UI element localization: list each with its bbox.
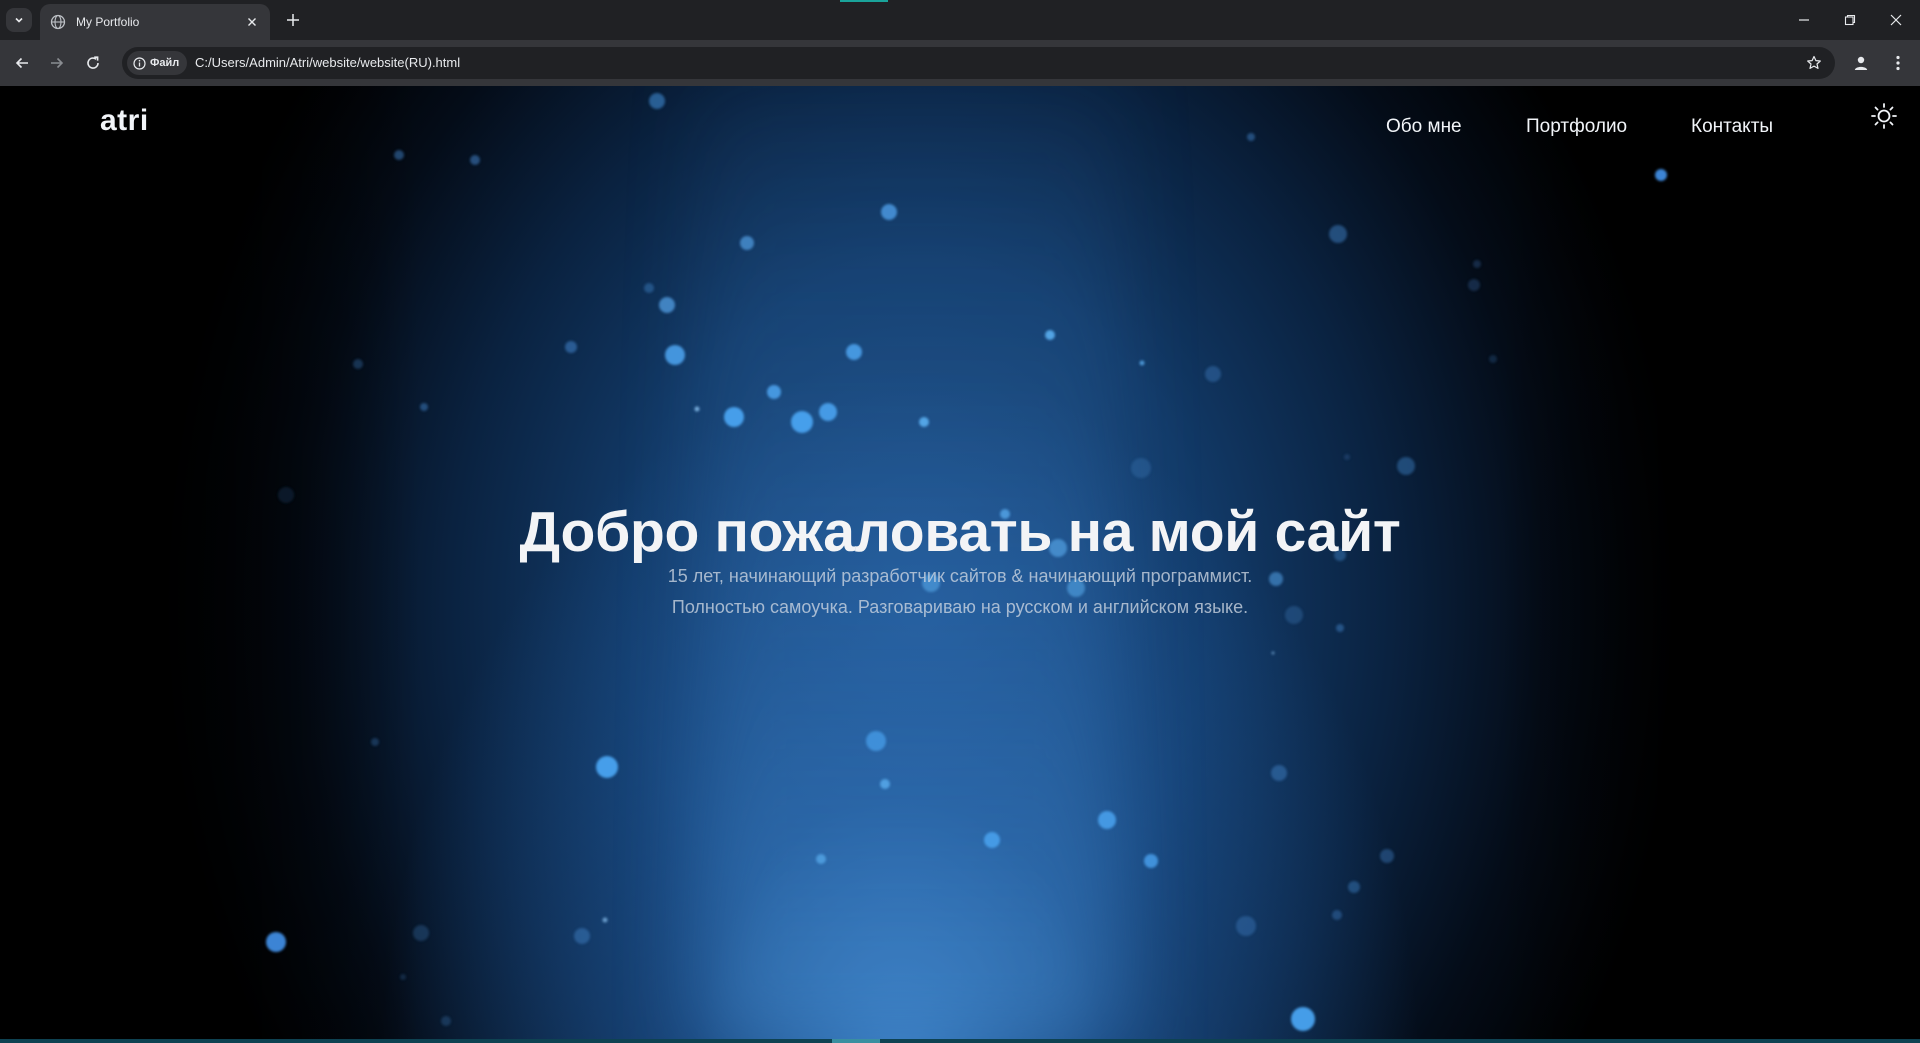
star-icon bbox=[1807, 55, 1821, 69]
forward-button[interactable] bbox=[45, 51, 69, 75]
browser-tab[interactable]: My Portfolio bbox=[40, 4, 270, 40]
browser-tab-strip: My Portfolio bbox=[0, 0, 1920, 40]
new-tab-button[interactable] bbox=[282, 9, 304, 31]
restore-icon bbox=[1844, 14, 1856, 26]
window-close-button[interactable] bbox=[1873, 0, 1919, 40]
arrow-right-icon bbox=[51, 57, 64, 69]
minimize-icon bbox=[1799, 19, 1809, 21]
page-viewport: atri Обо мне Портфолио Контакты Добро по… bbox=[0, 86, 1920, 1043]
chevron-down-icon bbox=[15, 17, 23, 23]
site-info-label: Файл bbox=[150, 57, 180, 69]
back-button[interactable] bbox=[10, 51, 34, 75]
site-info-button[interactable]: Файл bbox=[127, 51, 188, 75]
browser-toolbar: Файл C:/Users/Admin/Atri/website/website… bbox=[0, 40, 1920, 86]
close-icon bbox=[1890, 14, 1902, 26]
sun-icon bbox=[1871, 103, 1897, 129]
hero-subtitle-line-2: Полностью самоучка. Разговариваю на русс… bbox=[671, 597, 1249, 617]
person-icon bbox=[1854, 56, 1868, 70]
hero-title: Добро пожаловать на мой сайт bbox=[519, 500, 1401, 564]
info-icon bbox=[133, 56, 146, 70]
hero-subtitle-line-1: 15 лет, начинающий разработчик сайтов & … bbox=[667, 566, 1253, 586]
tab-close-button[interactable] bbox=[244, 14, 260, 30]
profile-button[interactable] bbox=[1849, 51, 1873, 75]
restore-button[interactable] bbox=[1827, 0, 1873, 40]
nav-link-contacts[interactable]: Контакты bbox=[1691, 116, 1773, 138]
bookmark-button[interactable] bbox=[1805, 54, 1823, 72]
reload-icon bbox=[87, 56, 99, 69]
minimize-button[interactable] bbox=[1781, 0, 1827, 40]
reload-button[interactable] bbox=[81, 51, 105, 75]
globe-icon bbox=[50, 14, 66, 30]
bottom-strip bbox=[0, 1039, 1920, 1043]
address-bar[interactable]: Файл C:/Users/Admin/Atri/website/website… bbox=[122, 47, 1835, 79]
more-vertical-icon bbox=[1896, 55, 1900, 71]
tab-search-button[interactable] bbox=[6, 8, 32, 32]
tab-strip-accent bbox=[840, 0, 888, 2]
theme-toggle-button[interactable] bbox=[1868, 100, 1900, 132]
plus-icon bbox=[287, 14, 299, 26]
nav-link-about[interactable]: Обо мне bbox=[1386, 116, 1462, 138]
browser-menu-button[interactable] bbox=[1886, 51, 1910, 75]
bottom-strip-accent bbox=[832, 1039, 880, 1043]
tab-title: My Portfolio bbox=[76, 15, 140, 29]
arrow-left-icon bbox=[15, 57, 28, 69]
nav-link-portfolio[interactable]: Портфолио bbox=[1526, 116, 1627, 138]
url-text[interactable]: C:/Users/Admin/Atri/website/website(RU).… bbox=[195, 55, 460, 70]
close-icon bbox=[248, 18, 256, 26]
site-logo[interactable]: atri bbox=[100, 104, 149, 138]
